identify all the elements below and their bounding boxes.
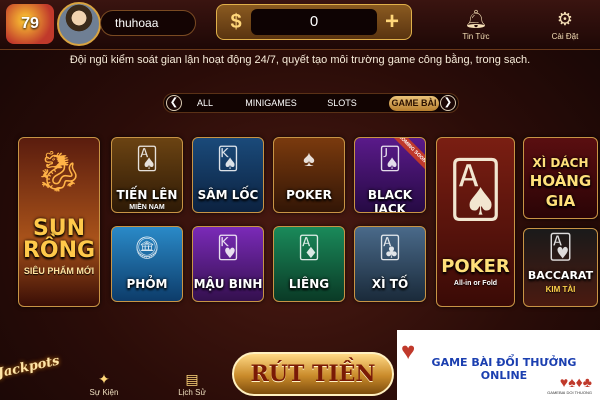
game-tile-poker[interactable]: ♠ POKER bbox=[273, 137, 345, 213]
tab-all[interactable]: ALL bbox=[192, 96, 218, 111]
news-button[interactable]: 🔔︎ Tin Tức bbox=[456, 6, 496, 46]
game-subtitle: KIM TÀI bbox=[545, 285, 576, 294]
game-tile-lieng[interactable]: 🃁 LIÊNG bbox=[273, 226, 345, 302]
game-title: POKER bbox=[286, 188, 332, 202]
game-title-line1: XÌ DÁCH bbox=[532, 156, 589, 170]
game-subtitle: SIÊU PHẨM MỚI bbox=[23, 266, 95, 276]
settings-button[interactable]: ⚙ Cài Đặt bbox=[545, 6, 585, 46]
game-tile-mau-binh[interactable]: 🂾 MẬU BINH bbox=[192, 226, 264, 302]
tabs-next-arrow[interactable]: ❯ bbox=[440, 95, 456, 111]
game-title-line3: GIA bbox=[545, 192, 576, 210]
cards-icon: 🂾 bbox=[216, 235, 240, 260]
card-suits-icon: ♥♠♦♣ bbox=[559, 374, 592, 390]
game-title: LIÊNG bbox=[288, 277, 330, 291]
cards-icon: 🂫 bbox=[378, 146, 402, 171]
history-button[interactable]: ▤ Lịch Sử bbox=[172, 370, 212, 400]
game-title-line2: RỒNG bbox=[22, 238, 96, 263]
dragon-icon: 🐉︎ bbox=[33, 150, 85, 194]
settings-label: Cài Đặt bbox=[551, 32, 579, 41]
game-tile-phom[interactable]: 🪙︎ PHỎM bbox=[111, 226, 183, 302]
chips-icon: ♠ bbox=[303, 146, 315, 171]
tab-minigames[interactable]: MINIGAMES bbox=[242, 96, 300, 111]
game-title: PHỎM bbox=[126, 277, 168, 291]
game-tile-sam-loc[interactable]: 🂮 SÂM LỐC bbox=[192, 137, 264, 213]
security-notice: Đội ngũ kiểm soát gian lận hoạt động 24/… bbox=[69, 54, 531, 66]
cards-icon: 🃁 bbox=[297, 235, 321, 260]
game-title: BLACK JACK bbox=[367, 188, 413, 213]
cards-icon: 🃑 bbox=[378, 235, 402, 260]
bell-icon: 🔔︎ bbox=[464, 9, 488, 29]
username-display: thuhoaa bbox=[100, 10, 196, 36]
avatar[interactable] bbox=[57, 2, 101, 46]
logo-text: 79 bbox=[21, 15, 39, 32]
events-button[interactable]: ✦ Sự Kiện bbox=[84, 370, 124, 400]
category-tabs: ❮ ALL MINIGAMES SLOTS GAME BÀI ❯ bbox=[163, 93, 459, 113]
history-label: Lịch Sử bbox=[178, 388, 206, 397]
tab-slots[interactable]: SLOTS bbox=[324, 96, 360, 111]
news-label: Tin Tức bbox=[462, 32, 490, 41]
cards-icon: 🂱 bbox=[548, 234, 573, 261]
game-tile-xi-dach[interactable]: XÌ DÁCH HOÀNG GIA bbox=[523, 137, 598, 219]
top-bar: 79 thuhoaa $ 0 + 🔔︎ Tin Tức ⚙ Cài Đặt bbox=[0, 0, 600, 50]
game-subtitle: MIỀN NAM bbox=[129, 204, 165, 211]
game-tile-baccarat[interactable]: 🂱 BACCARAT KIM TÀI bbox=[523, 228, 598, 307]
game-subtitle: All-in or Fold bbox=[453, 280, 498, 287]
game-tile-poker-large[interactable]: 🂡 POKER All-in or Fold bbox=[436, 137, 515, 307]
dollar-icon: $ bbox=[230, 11, 242, 33]
game-title: SÂM LỐC bbox=[197, 188, 259, 202]
withdraw-button[interactable]: RÚT TIỀN bbox=[232, 352, 394, 396]
tab-game-bai[interactable]: GAME BÀI bbox=[389, 96, 439, 111]
game-title: BACCARAT bbox=[527, 269, 594, 282]
balance-panel: $ 0 + bbox=[216, 4, 412, 40]
game-title-line2: HOÀNG bbox=[529, 172, 592, 190]
tabs-prev-arrow[interactable]: ❮ bbox=[166, 95, 182, 111]
game-tile-sun-rong[interactable]: 🐉︎ SUN RỒNG SIÊU PHẨM MỚI bbox=[18, 137, 100, 307]
game-title: POKER bbox=[441, 256, 510, 277]
game-title: MẬU BINH bbox=[193, 277, 263, 291]
game-title: XÌ TỐ bbox=[371, 277, 409, 291]
coins-icon: 🪙︎ bbox=[133, 235, 161, 260]
history-icon: ▤ bbox=[185, 371, 199, 387]
game-tile-xi-to[interactable]: 🃑 XÌ TỐ bbox=[354, 226, 426, 302]
promo-small-text: GAMEBAI DOI THUONG bbox=[547, 390, 592, 395]
promo-banner: ♥ GAME BÀI ĐỔI THƯỞNG ONLINE ♥♠♦♣ GAMEBA… bbox=[397, 330, 600, 400]
events-label: Sự Kiện bbox=[89, 388, 119, 397]
cards-icon: 🂮 bbox=[216, 146, 240, 171]
balance-amount: 0 bbox=[251, 9, 377, 35]
ace-spade-icon: 🂡 bbox=[447, 160, 504, 220]
gear-icon: ⚙ bbox=[556, 9, 574, 29]
cards-icon: 🂡 bbox=[135, 146, 159, 171]
app-logo: 79 bbox=[6, 4, 54, 44]
game-tile-tien-len[interactable]: 🂡 TIẾN LÊN MIỀN NAM bbox=[111, 137, 183, 213]
game-title: TIẾN LÊN bbox=[116, 188, 178, 202]
jackpot-button[interactable]: Jackpots bbox=[0, 353, 62, 400]
party-popper-icon: ✦ bbox=[98, 371, 110, 387]
game-tile-black-jack[interactable]: 🂫 BLACK JACK COMING SOON bbox=[354, 137, 426, 213]
add-funds-button[interactable]: + bbox=[379, 9, 405, 35]
